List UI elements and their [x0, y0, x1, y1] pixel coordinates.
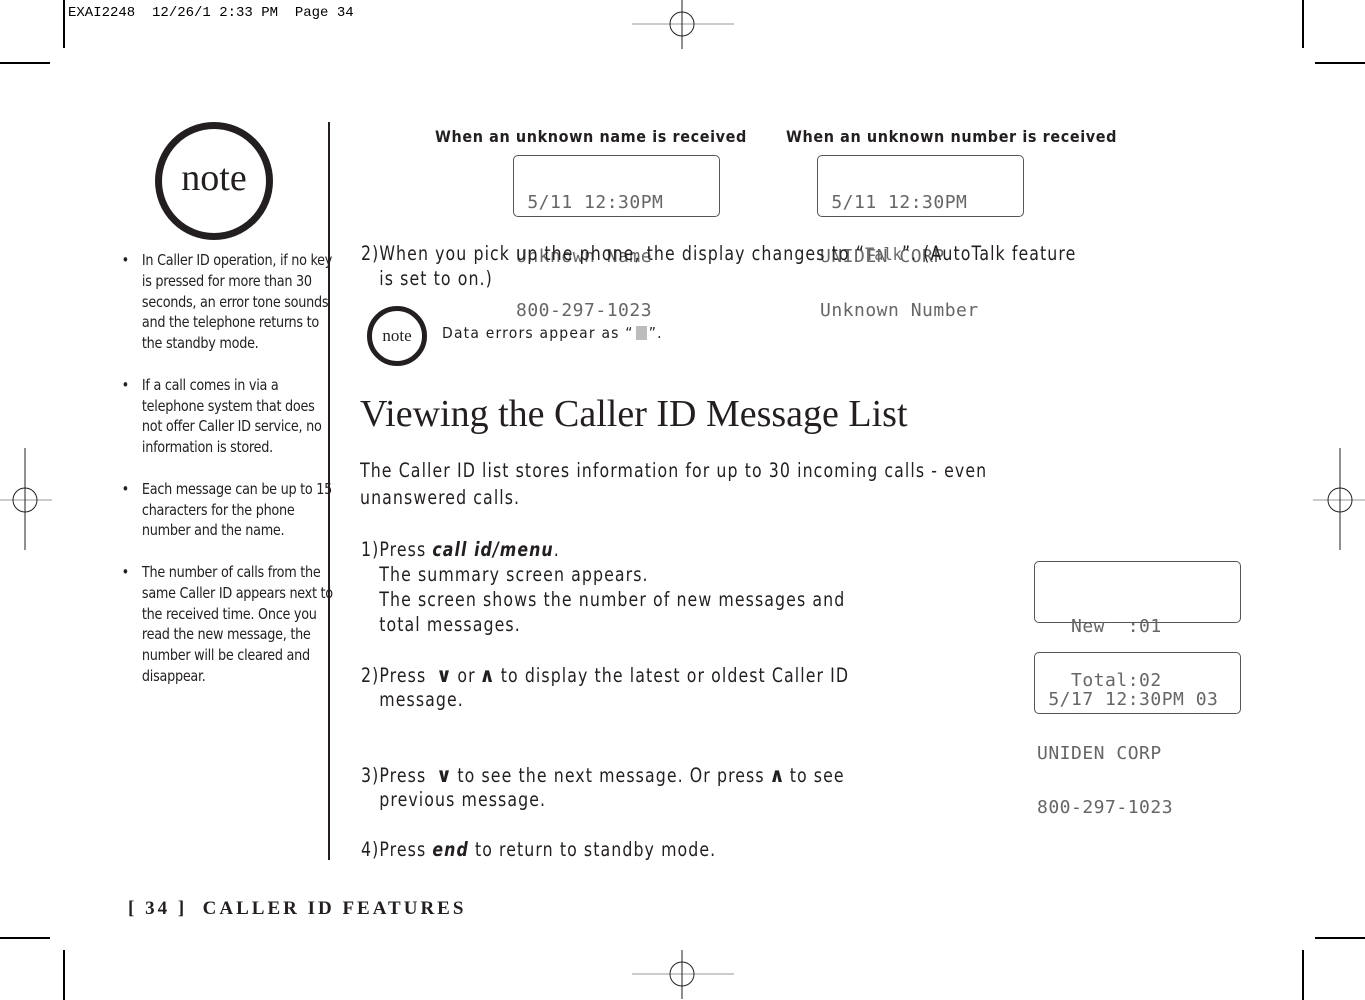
lcd-line: 800-297-1023 — [516, 300, 653, 321]
data-error-note: Data errors appear as “ ”. — [442, 324, 663, 342]
step-3: 3)Press ∨ to see the next message. Or pre… — [361, 763, 845, 787]
page-footer: [ 34 ] CALLER ID FEATURES — [128, 898, 466, 920]
crop-mark — [1315, 937, 1365, 939]
data-error-block-icon — [635, 326, 647, 340]
down-arrow-icon: ∨ — [436, 663, 454, 687]
note-bullet: Each message can be up to 15 characters … — [118, 479, 335, 541]
note-icon: note — [155, 122, 273, 240]
crop-mark — [63, 950, 65, 1000]
step-1-line: The screen shows the number of new messa… — [361, 588, 846, 611]
intro-line: unanswered calls. — [360, 486, 521, 509]
step-talk: 2)When you pick up the phone, the displa… — [361, 242, 1076, 265]
up-arrow-icon: ∧ — [768, 763, 786, 787]
intro-line: The Caller ID list stores information fo… — [360, 459, 988, 482]
section-name: CALLER ID FEATURES — [202, 898, 467, 919]
lcd-unknown-number: 5/11 12:30PM UNIDEN CORP Unknown Number — [817, 155, 1024, 320]
step-text: or — [457, 664, 476, 687]
section-title: Viewing the Caller ID Message List — [360, 393, 908, 435]
registration-mark-top — [632, 0, 734, 49]
caption-unknown-name: When an unknown name is received — [435, 127, 747, 146]
note-text: Data errors appear as “ — [442, 324, 634, 342]
note-icon-label: note — [382, 326, 412, 345]
note-text: ”. — [648, 324, 663, 342]
registration-mark-left — [0, 448, 52, 550]
step-text: ”. (AutoTalk feature — [901, 242, 1077, 265]
step-text: . — [553, 538, 560, 561]
step-3-line: previous message. — [361, 788, 547, 811]
step-1: 1)Press call id/menu. — [361, 538, 560, 561]
lcd-line: 5/11 12:30PM — [516, 192, 664, 213]
print-slug: EXAI2248 12/26/1 2:33 PM Page 34 — [68, 5, 354, 21]
key-call-id-menu: call id/menu — [432, 538, 554, 561]
note-bullet: If a call comes in via a telephone syste… — [118, 375, 335, 458]
step-text: to see — [789, 764, 845, 787]
step-1-line: total messages. — [361, 613, 521, 636]
registration-mark-right — [1313, 448, 1365, 550]
note-icon: note — [367, 306, 427, 366]
lcd-line: New :01 — [1037, 616, 1162, 637]
lcd-line: 5/11 12:30PM — [820, 192, 968, 213]
step-text: to return to standby mode. — [468, 838, 717, 861]
step-text: 2)Press — [361, 664, 433, 687]
note-icon-label: note — [181, 157, 247, 199]
step-2: 2)Press ∨ or ∧ to display the latest or old… — [361, 663, 849, 687]
step-text: 3)Press — [361, 764, 433, 787]
caption-unknown-number: When an unknown number is received — [786, 127, 1118, 146]
step-2-line: message. — [361, 688, 464, 711]
step-4: 4)Press end to return to standby mode. — [361, 838, 716, 861]
talk-display-word: Talk — [864, 245, 902, 265]
note-bullet: In Caller ID operation, if no key is pre… — [118, 250, 335, 354]
crop-mark — [1302, 950, 1304, 1000]
up-arrow-icon: ∧ — [479, 663, 497, 687]
step-1-line: The summary screen appears. — [361, 563, 649, 586]
step-text: 4)Press — [361, 838, 433, 861]
crop-mark — [0, 62, 50, 64]
crop-mark — [1315, 62, 1365, 64]
step-text: 2)When you pick up the phone, the displa… — [361, 242, 865, 265]
note-bullet: The number of calls from the same Caller… — [118, 562, 335, 687]
step-talk-line2: is set to on.) — [361, 267, 493, 290]
sidebar-notes: In Caller ID operation, if no key is pre… — [118, 250, 333, 708]
crop-mark — [0, 937, 50, 939]
down-arrow-icon: ∨ — [436, 763, 454, 787]
lcd-line: 5/17 12:30PM 03 — [1037, 689, 1219, 710]
lcd-line: Unknown Number — [820, 300, 979, 321]
lcd-line: 800-297-1023 — [1037, 797, 1174, 818]
crop-mark — [63, 0, 65, 48]
lcd-summary: New :01 Total:02 — [1034, 561, 1241, 690]
step-text: 1)Press — [361, 538, 433, 561]
lcd-unknown-name: 5/11 12:30PM Unknown Name 800-297-1023 — [513, 155, 720, 320]
key-end: end — [432, 838, 469, 861]
step-text: to display the latest or oldest Caller I… — [500, 664, 850, 687]
lcd-line: UNIDEN CORP — [1037, 743, 1162, 764]
crop-mark — [1302, 0, 1304, 48]
registration-mark-bottom — [632, 950, 734, 999]
lcd-message: 5/17 12:30PM 03 UNIDEN CORP 800-297-1023 — [1034, 652, 1241, 817]
sidebar-divider — [328, 122, 330, 860]
step-text: to see the next message. Or press — [457, 764, 765, 787]
page-number: [ 34 ] — [128, 898, 188, 919]
